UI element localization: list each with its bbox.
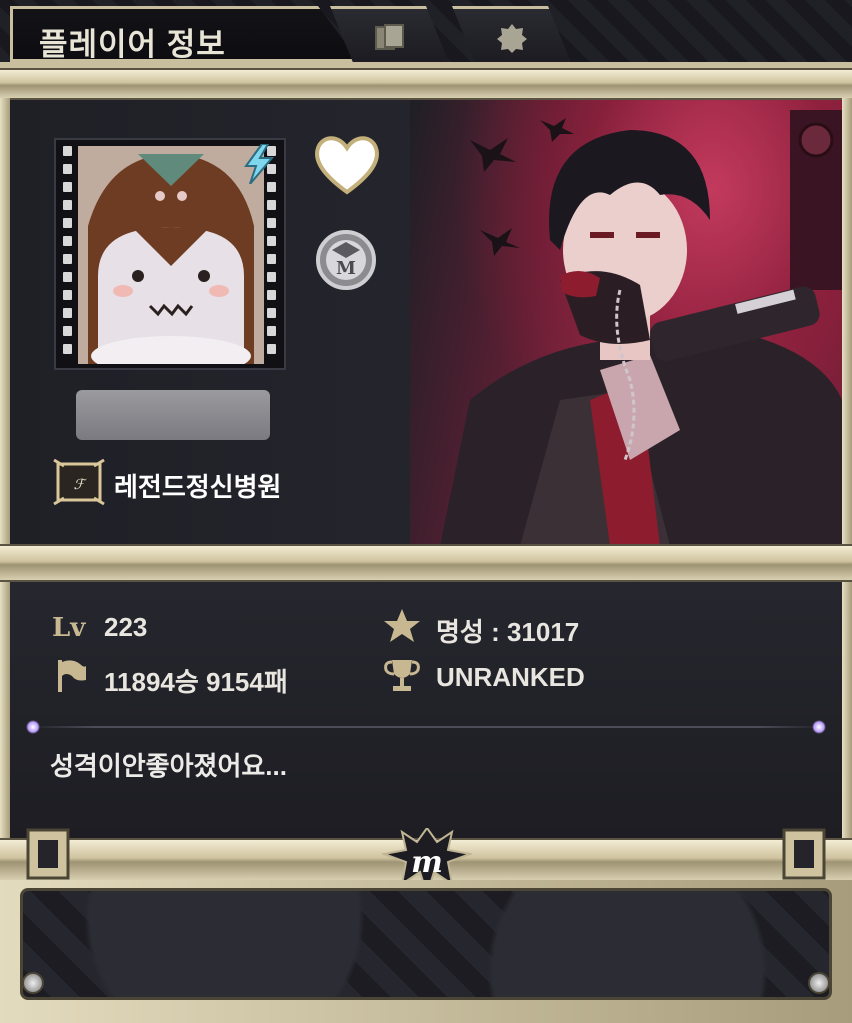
bolt-right — [808, 972, 830, 994]
bio-text: 성격이안좋아졌어요... — [50, 751, 287, 781]
profile-panel: M ℱ 레전드정신병원 — [10, 100, 842, 546]
clasp-right — [782, 828, 826, 880]
page-title: 플레이어 정보 — [39, 27, 226, 62]
svg-text:Lv: Lv — [52, 613, 86, 643]
svg-text:m: m — [411, 845, 443, 880]
record-value: 11894승 9154패 — [104, 667, 288, 697]
clasp-left — [26, 828, 70, 880]
right-rail — [842, 98, 852, 848]
badge-shield-icon — [497, 24, 527, 53]
m-medal-icon[interactable]: M — [314, 228, 378, 292]
star-icon — [384, 609, 420, 642]
character-art — [410, 100, 842, 546]
bolt-left — [22, 972, 44, 994]
level-icon: Lv — [52, 613, 86, 643]
player-info-window: 플레이어 정보 M ℱ 레전드정신병원 Lv 223 11894승 9154패 … — [0, 0, 852, 1023]
level-value: 223 — [104, 612, 148, 642]
tab-badge[interactable] — [452, 6, 572, 65]
gold-divider-middle — [0, 546, 852, 580]
tab-player-info[interactable]: 플레이어 정보 — [10, 6, 360, 62]
guild-name: 레전드정신병원 — [114, 472, 282, 502]
flag-icon — [58, 660, 86, 692]
gold-divider-top — [0, 70, 852, 98]
film-strip-left — [62, 146, 74, 362]
trophy-icon — [384, 660, 420, 691]
nickname-field-hidden — [76, 390, 270, 440]
bottom-panel — [0, 880, 852, 1023]
left-rail — [0, 98, 10, 848]
tab-bar-rim — [0, 62, 852, 68]
stats-divider — [30, 726, 822, 728]
lightning-badge-icon[interactable] — [242, 144, 276, 184]
vampire-ghost-avatar — [78, 146, 264, 364]
bottom-quilted-panel — [20, 888, 832, 1000]
divider-glow-right — [812, 720, 826, 734]
tab-bar: 플레이어 정보 — [0, 0, 852, 68]
rank-value: UNRANKED — [436, 662, 585, 692]
fame-value: 명성 : 31017 — [436, 617, 580, 647]
guild-crest-icon: ℱ — [53, 458, 105, 506]
cards-icon — [375, 24, 404, 50]
avatar — [78, 146, 264, 364]
character-illustration — [440, 110, 842, 546]
heart-icon[interactable] — [312, 132, 382, 196]
svg-text:M: M — [336, 258, 356, 279]
stats-panel: Lv 223 11894승 9154패 명성 : 31017 UNRANKED … — [10, 582, 842, 840]
divider-glow-left — [26, 720, 40, 734]
